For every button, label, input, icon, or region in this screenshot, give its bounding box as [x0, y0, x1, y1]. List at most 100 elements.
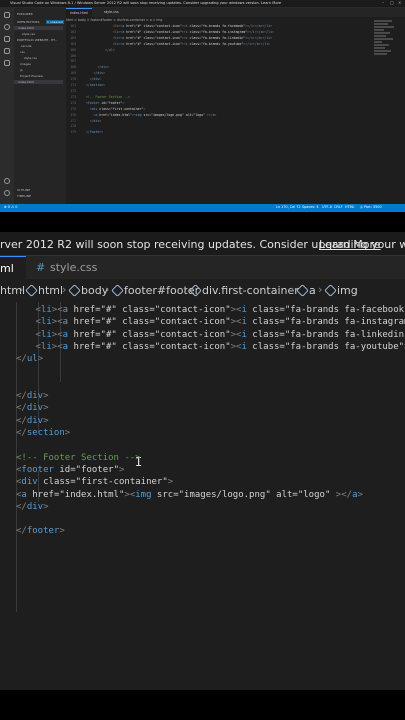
folder-images[interactable]: images: [20, 62, 31, 66]
chevron-right-icon: ›: [183, 283, 188, 296]
tab-label: style.css: [50, 261, 98, 274]
code-text: </section>: [85, 83, 106, 88]
code-line[interactable]: </div>: [16, 390, 49, 402]
code-text: </div>: [93, 71, 106, 76]
code-line[interactable]: <li><a href="#" class="contact-icon"><i …: [36, 316, 405, 328]
folder-css[interactable]: css: [20, 50, 25, 54]
unsaved-badge: 1 unsaved: [46, 20, 64, 24]
code-text: <li><a href="#" class="contact-icon"><i …: [112, 41, 271, 46]
folder-vscode[interactable]: .vscode: [20, 44, 32, 48]
code-text: <footer id="footer">: [85, 100, 125, 105]
vscode-window-thumbnail: Visual Studio Code on Windows 8.1 / Wind…: [0, 0, 405, 212]
code-line[interactable]: <li><a href="#" class="contact-icon"><i …: [36, 341, 405, 353]
tab-style-css[interactable]: # style.css: [30, 256, 112, 280]
timeline-header[interactable]: TIMELINE: [17, 194, 31, 198]
open-editor-style[interactable]: style.css: [22, 32, 35, 36]
code-text: <div class="first-container">: [89, 106, 146, 111]
code-line[interactable]: </div>: [16, 415, 49, 427]
breadcrumb[interactable]: html > body > footer#footer > div.first-…: [66, 18, 162, 22]
learn-more-link[interactable]: Learn More: [319, 238, 381, 251]
code-text: <li><a href="#" class="contact-icon"><i …: [112, 24, 273, 28]
editor-tabs: ml # style.css: [0, 256, 405, 280]
code-text: <li><a href="#" class="contact-icon"><i …: [112, 29, 275, 34]
chevron-right-icon: ›: [105, 283, 110, 296]
code-text: </div>: [89, 118, 102, 123]
tab-index-html[interactable]: ml: [0, 256, 26, 280]
update-banner: rver 2012 R2 will soon stop receiving up…: [0, 232, 405, 256]
outline-header[interactable]: OUTLINE: [17, 188, 30, 192]
minimize-icon[interactable]: –: [382, 1, 386, 5]
close-icon[interactable]: ×: [398, 1, 402, 5]
maximize-icon[interactable]: □: [390, 1, 394, 5]
code-line[interactable]: </ul>: [16, 353, 43, 365]
eol-status[interactable]: CRLF: [334, 205, 343, 209]
code-line[interactable]: <a href="index.html"><img src="images/lo…: [16, 489, 363, 501]
element-icon: [68, 284, 81, 297]
tab-index-html[interactable]: index.html: [66, 8, 93, 17]
minimap[interactable]: [374, 20, 396, 80]
breadcrumb-item[interactable]: a: [309, 284, 316, 297]
language-status[interactable]: HTML: [345, 205, 354, 209]
code-line[interactable]: </section>: [16, 427, 70, 439]
account-icon[interactable]: [4, 178, 10, 184]
element-icon: [111, 284, 124, 297]
title-bar: Visual Studio Code on Windows 8.1 / Wind…: [0, 0, 405, 8]
chevron-right-icon: ›: [19, 283, 24, 296]
breadcrumb-item[interactable]: html: [38, 284, 63, 297]
code-line[interactable]: <li><a href="#" class="contact-icon"><i …: [36, 329, 405, 341]
folder-project-preview[interactable]: Project Preview: [20, 74, 43, 78]
gear-icon[interactable]: [4, 190, 10, 196]
breadcrumb-item[interactable]: div.first-container: [202, 284, 299, 297]
chevron-right-icon: ›: [290, 283, 295, 296]
encoding-status[interactable]: UTF-8: [322, 205, 332, 209]
element-icon: [324, 284, 337, 297]
search-icon[interactable]: [4, 24, 10, 30]
file-index-html[interactable]: index.html: [14, 80, 63, 84]
run-debug-icon[interactable]: [4, 48, 10, 54]
code-text: </div>: [97, 65, 109, 70]
code-text: </footer>: [85, 130, 104, 135]
editor-tabs: index.html style.css: [66, 8, 405, 17]
zoomed-editor-view: rver 2012 R2 will soon stop receiving up…: [0, 232, 405, 690]
code-text: </div>: [89, 77, 102, 82]
code-line[interactable]: </footer>: [16, 525, 65, 537]
activity-bar: [0, 8, 14, 204]
code-line[interactable]: <!-- Footer Section -->: [16, 452, 141, 464]
indentation-status[interactable]: Spaces: 4: [302, 205, 318, 209]
tab-label: ml: [0, 262, 14, 275]
open-editor-index[interactable]: index.html: [14, 26, 63, 30]
css-file-icon: #: [36, 261, 46, 274]
breadcrumb-item[interactable]: img: [337, 284, 358, 297]
tab-style-css[interactable]: style.css: [100, 8, 123, 17]
code-line[interactable]: <footer id="footer">: [16, 464, 124, 476]
code-editor[interactable]: 161 <li><a href="#" class="contact-icon"…: [66, 24, 366, 136]
file-style-css[interactable]: style.css: [24, 56, 37, 60]
chevron-right-icon: ›: [62, 283, 67, 296]
live-server-status[interactable]: ◎ Port: 5500: [360, 205, 382, 209]
cursor-position[interactable]: Ln 170, Col 72: [276, 205, 301, 209]
line-number: 179: [70, 130, 76, 135]
title-text: Visual Studio Code on Windows 8.1 / Wind…: [10, 1, 282, 5]
breadcrumb-item[interactable]: footer#footer: [124, 284, 199, 297]
breadcrumb: html › html › body › footer#footer › div…: [0, 280, 405, 302]
source-control-icon[interactable]: [4, 36, 10, 42]
code-line[interactable]: <li><a href="#" class="contact-icon"><i …: [36, 304, 405, 316]
explorer-sidebar: EXPLORER OPEN EDITORS 1 unsaved index.ht…: [14, 8, 66, 204]
code-line[interactable]: </div>: [16, 402, 49, 414]
code-line[interactable]: </div>: [16, 501, 49, 513]
code-text: <!-- Footer Section -->: [82, 94, 130, 99]
code-text: </ul>: [105, 47, 115, 52]
code-line[interactable]: 179 </footer>: [66, 130, 366, 136]
chevron-right-icon: ›: [318, 283, 323, 296]
code-text: <li><a href="#" class="contact-icon"><i …: [112, 35, 273, 40]
extensions-icon[interactable]: [4, 60, 10, 66]
code-line[interactable]: <div class="first-container">: [16, 476, 173, 488]
project-header[interactable]: PORTFOLIO WEBSITE - ET...: [17, 38, 57, 42]
open-editors-header[interactable]: OPEN EDITORS: [17, 20, 40, 24]
code-editor-zoomed[interactable]: I <li><a href="#" class="contact-icon"><…: [0, 302, 405, 690]
explorer-label: EXPLORER: [17, 12, 33, 16]
folder-js[interactable]: js: [20, 68, 22, 72]
explorer-icon[interactable]: [4, 12, 10, 18]
element-icon: [25, 284, 38, 297]
problems-status[interactable]: ⊗ 0 ⚠ 0: [4, 205, 17, 209]
